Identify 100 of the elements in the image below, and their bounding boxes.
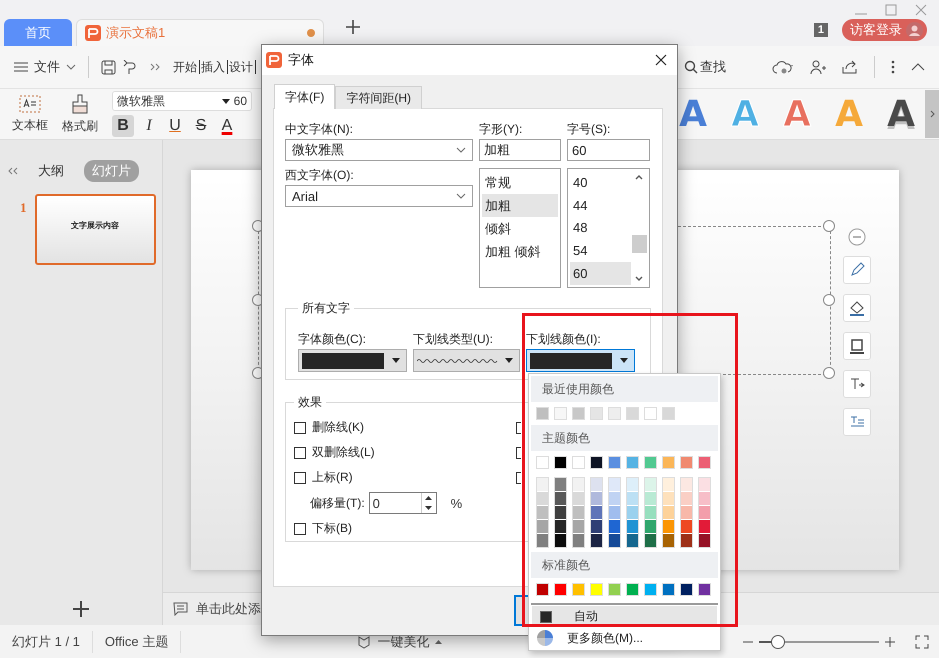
list-item[interactable]: 加粗 <box>482 194 558 217</box>
checkbox[interactable] <box>294 446 306 458</box>
color-swatch[interactable] <box>681 478 692 491</box>
font-color-dropdown[interactable] <box>298 349 407 372</box>
western-font-dropdown[interactable]: Arial <box>285 185 473 207</box>
color-swatch[interactable] <box>609 478 620 491</box>
color-swatch[interactable] <box>591 506 602 519</box>
color-swatch[interactable] <box>699 478 710 491</box>
color-swatch[interactable] <box>591 534 602 547</box>
color-swatch[interactable] <box>573 506 584 519</box>
save-icon[interactable] <box>101 60 116 74</box>
add-slide-icon[interactable] <box>73 601 89 617</box>
add-user-icon[interactable] <box>810 60 826 74</box>
color-swatch[interactable] <box>626 583 639 596</box>
color-swatch[interactable] <box>627 520 638 533</box>
color-swatch[interactable] <box>681 534 692 547</box>
color-swatch[interactable] <box>537 520 548 533</box>
text-style-button[interactable]: I <box>138 115 160 137</box>
color-swatch[interactable] <box>554 583 567 596</box>
color-swatch[interactable] <box>681 506 692 519</box>
checkbox[interactable] <box>516 472 521 484</box>
color-swatch[interactable] <box>644 583 657 596</box>
undo-icon[interactable] <box>122 60 138 74</box>
color-swatch[interactable] <box>645 534 656 547</box>
window-count-badge[interactable]: 1 <box>814 23 828 37</box>
resize-handle[interactable] <box>823 294 835 306</box>
font-size-field[interactable]: 60 <box>567 139 650 161</box>
color-swatch[interactable] <box>555 534 566 547</box>
scroll-thumb[interactable] <box>632 235 647 253</box>
close-icon[interactable] <box>915 4 927 16</box>
color-swatch[interactable] <box>663 520 674 533</box>
color-swatch[interactable] <box>554 456 567 469</box>
color-swatch[interactable] <box>699 506 710 519</box>
underline-color-dropdown[interactable] <box>526 349 635 372</box>
new-tab-icon[interactable] <box>346 20 360 34</box>
color-swatch[interactable] <box>662 583 675 596</box>
text-style-button[interactable]: A <box>216 115 238 137</box>
color-swatch[interactable] <box>644 407 657 420</box>
color-swatch[interactable] <box>608 456 621 469</box>
close-button[interactable] <box>655 54 667 66</box>
text-wrap-button[interactable] <box>843 408 871 436</box>
more-chevrons-icon[interactable] <box>150 63 160 71</box>
spin-down-icon[interactable] <box>425 506 432 510</box>
checkbox-label[interactable]: 双删除线(L) <box>312 444 375 461</box>
collapse-panel-icon[interactable] <box>8 167 18 175</box>
scroll-right-button[interactable] <box>925 90 939 138</box>
list-item[interactable]: 倾斜 <box>482 217 558 240</box>
color-swatch[interactable] <box>627 478 638 491</box>
color-swatch[interactable] <box>536 407 549 420</box>
color-swatch[interactable] <box>699 492 710 505</box>
color-swatch[interactable] <box>608 407 621 420</box>
more-colors-item[interactable]: 更多颜色(M)... <box>529 627 720 649</box>
fill-button[interactable] <box>843 294 871 322</box>
cloud-icon[interactable] <box>772 60 794 74</box>
color-swatch[interactable] <box>663 506 674 519</box>
color-swatch[interactable] <box>609 492 620 505</box>
file-menu[interactable]: 文件 <box>34 58 60 76</box>
color-swatch[interactable] <box>537 478 548 491</box>
collapse-icon[interactable] <box>911 63 925 71</box>
list-item[interactable]: 常规 <box>482 171 558 194</box>
color-swatch[interactable] <box>573 492 584 505</box>
minus-circle-icon[interactable] <box>848 228 866 246</box>
color-swatch[interactable] <box>663 534 674 547</box>
color-swatch[interactable] <box>590 583 603 596</box>
color-swatch[interactable] <box>698 583 711 596</box>
login-button[interactable]: 访客登录 <box>842 19 927 41</box>
list-item[interactable]: 54 <box>570 239 631 262</box>
wordart-style[interactable]: A <box>884 94 918 134</box>
zoom-slider[interactable] <box>759 634 879 648</box>
slide-thumbnail[interactable]: 文字展示内容 <box>34 194 156 265</box>
color-swatch[interactable] <box>537 534 548 547</box>
text-box-label[interactable]: 文本框 <box>12 116 48 134</box>
beautify-button[interactable]: 一键美化 <box>351 632 448 652</box>
underline-type-dropdown[interactable] <box>413 349 520 372</box>
color-swatch[interactable] <box>590 456 603 469</box>
color-swatch[interactable] <box>591 520 602 533</box>
ribbon-tab[interactable]: 设计 <box>228 60 256 74</box>
scroll-up-icon[interactable] <box>635 175 643 180</box>
color-swatch[interactable] <box>555 520 566 533</box>
checkbox-label[interactable]: 上标(R) <box>312 469 353 486</box>
color-swatch[interactable] <box>680 583 693 596</box>
ribbon-tab[interactable]: 插入 <box>200 60 228 74</box>
color-swatch[interactable] <box>609 506 620 519</box>
search-button[interactable]: 查找 <box>684 58 726 76</box>
text-style-button[interactable]: U <box>164 115 186 137</box>
notes-placeholder[interactable]: 单击此处添 <box>196 600 261 618</box>
spin-up-icon[interactable] <box>425 496 432 500</box>
checkbox[interactable] <box>294 522 306 534</box>
dialog-tab[interactable]: 字符间距(H) <box>335 86 422 109</box>
color-swatch[interactable] <box>645 520 656 533</box>
color-swatch[interactable] <box>536 583 549 596</box>
checkbox[interactable] <box>294 472 306 484</box>
checkbox[interactable] <box>516 422 521 434</box>
zoom-in-icon[interactable] <box>885 636 895 646</box>
color-swatch[interactable] <box>626 456 639 469</box>
format-painter-label[interactable]: 格式刷 <box>62 118 98 134</box>
color-swatch[interactable] <box>573 520 584 533</box>
color-swatch[interactable] <box>698 456 711 469</box>
color-swatch[interactable] <box>627 534 638 547</box>
list-item[interactable]: 44 <box>570 194 631 217</box>
